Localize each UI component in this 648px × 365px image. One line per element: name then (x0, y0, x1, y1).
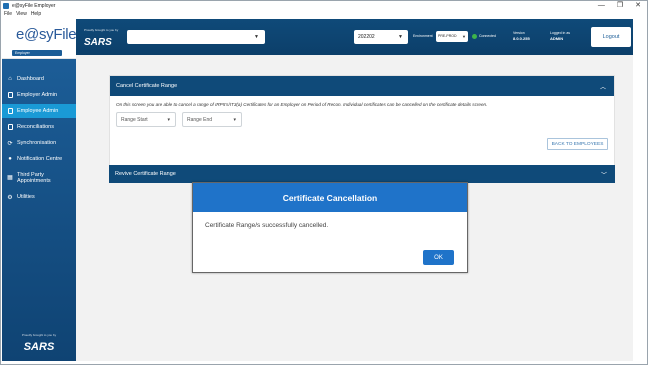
menu-file[interactable]: File (4, 11, 12, 17)
connection-status-icon (472, 34, 477, 39)
sars-footer-name: SARS (23, 341, 55, 353)
sidebar-item-label: Third Party Appointments (17, 172, 51, 184)
sync-icon: ⟳ (7, 140, 13, 147)
logged-in-value: ADMIN (550, 36, 564, 41)
sidebar-item-synchronisation[interactable]: ⟳ Synchronisation (2, 136, 76, 150)
environment-label: Environment (413, 34, 433, 38)
sidebar-item-label: Employee Admin (17, 108, 59, 114)
sidebar-item-notification-centre[interactable]: ● Notification Centre (2, 152, 76, 166)
version-info: Version 8.0.0.255 (513, 31, 530, 41)
sidebar: ⌂ Dashboard Employer Admin Employee Admi… (2, 59, 76, 361)
cancel-panel-header[interactable]: Cancel Certificate Range ︿ (110, 76, 614, 96)
chevron-down-icon: ▼ (462, 34, 466, 39)
logout-button[interactable]: Logout (591, 27, 631, 47)
sidebar-item-third-party-appointments[interactable]: ▦ Third Party Appointments (2, 168, 76, 188)
dialog-message: Certificate Range/s successfully cancell… (205, 222, 329, 229)
window-controls: — ❐ ✕ (598, 1, 641, 10)
chevron-down-icon: ▾ (233, 117, 236, 123)
sars-tagline: Proudly brought to you by (84, 28, 119, 32)
logged-in-info: Logged in as ADMIN (550, 31, 570, 41)
logo: e@syFile Employer (2, 19, 77, 59)
period-select-value: 202202 (358, 34, 375, 40)
sidebar-item-utilities[interactable]: ⚙ Utilities (2, 190, 76, 204)
environment-select-value: PRE-PROD (438, 34, 457, 38)
cancel-panel-title: Cancel Certificate Range (116, 83, 178, 89)
document-icon (7, 108, 13, 114)
minimize-icon[interactable]: — (598, 1, 605, 10)
app-icon (3, 2, 9, 9)
range-start-select[interactable]: Range Start ▾ (116, 112, 176, 127)
sars-name: SARS (84, 37, 112, 48)
sidebar-item-dashboard[interactable]: ⌂ Dashboard (2, 72, 76, 86)
menu-view[interactable]: View (16, 11, 27, 17)
range-end-select[interactable]: Range End ▾ (182, 112, 242, 127)
tools-icon: ⚙ (7, 194, 13, 201)
title-bar: e@syFile Employer — ❐ ✕ (1, 1, 647, 10)
range-start-placeholder: Range Start (121, 117, 148, 123)
chevron-down-icon[interactable]: ﹀ (601, 170, 607, 179)
range-end-placeholder: Range End (187, 117, 213, 123)
range-row: Range Start ▾ Range End ▾ (110, 107, 614, 127)
sidebar-item-reconciliations[interactable]: Reconciliations (2, 120, 76, 134)
sidebar-item-label: Employer Admin (17, 92, 58, 98)
chevron-down-icon: ▾ (167, 117, 170, 123)
version-value: 8.0.0.255 (513, 36, 530, 41)
version-label: Version (513, 31, 525, 35)
sidebar-item-employer-admin[interactable]: Employer Admin (2, 88, 76, 102)
cancel-certificate-panel: Cancel Certificate Range ︿ On this scree… (109, 75, 615, 177)
sidebar-item-label: Notification Centre (17, 156, 63, 162)
revive-panel-header[interactable]: Revive Certificate Range ﹀ (109, 165, 615, 183)
logo-tag-label: Employer (15, 51, 30, 55)
sars-logo: Proudly brought to you by SARS (84, 28, 118, 50)
chevron-down-icon: ▼ (254, 34, 259, 40)
logo-tag: Employer (12, 50, 62, 56)
sars-footer-logo: Proudly brought to you by SARS (2, 333, 76, 355)
maximize-icon[interactable]: ❐ (617, 1, 623, 10)
sidebar-item-label: Dashboard (17, 76, 44, 82)
app-window: e@syFile Employer — ❐ ✕ File View Help e… (0, 0, 648, 365)
bell-icon: ● (8, 156, 12, 162)
sidebar-item-label: Utilities (17, 194, 35, 200)
period-select[interactable]: 202202 ▼ (354, 30, 408, 44)
sidebar-item-label: Reconciliations (17, 124, 54, 130)
employer-select[interactable]: ▼ (127, 30, 265, 44)
menu-bar: File View Help (1, 10, 41, 18)
ok-button[interactable]: OK (423, 250, 454, 265)
sidebar-item-label: Synchronisation (17, 140, 57, 146)
reconcile-icon (7, 124, 13, 130)
logged-in-label: Logged in as (550, 31, 571, 35)
cancel-panel-description: On this screen you are able to cancel a … (116, 102, 488, 107)
revive-panel-title: Revive Certificate Range (115, 171, 176, 177)
close-icon[interactable]: ✕ (635, 1, 641, 10)
certificate-cancellation-dialog: Certificate Cancellation Certificate Ran… (192, 182, 468, 273)
home-icon: ⌂ (8, 76, 12, 82)
sars-footer-tagline: Proudly brought to you by (21, 333, 57, 337)
revive-certificate-panel: Revive Certificate Range ﹀ (109, 165, 615, 183)
chevron-down-icon: ▼ (398, 34, 403, 40)
connection-status: Connected (479, 34, 496, 38)
easyfile-logo-text: e@syFile (16, 26, 77, 43)
top-header: Proudly brought to you by SARS ▼ 202202 … (76, 19, 633, 55)
back-to-employees-button[interactable]: BACK TO EMPLOYEES (547, 138, 608, 150)
dialog-title: Certificate Cancellation (193, 183, 467, 212)
sidebar-item-employee-admin[interactable]: Employee Admin (2, 104, 76, 118)
document-icon (7, 92, 13, 98)
calendar-icon: ▦ (7, 175, 13, 181)
chevron-up-icon[interactable]: ︿ (600, 82, 606, 91)
menu-help[interactable]: Help (31, 11, 41, 17)
environment-select[interactable]: PRE-PROD ▼ (436, 31, 468, 42)
window-title: e@syFile Employer (12, 2, 56, 9)
